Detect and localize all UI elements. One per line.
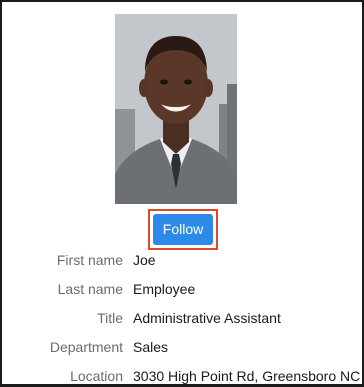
person-photo-icon (115, 14, 237, 204)
field-department: Department Sales (2, 336, 364, 358)
field-value: Joe (133, 252, 156, 268)
follow-button[interactable]: Follow (153, 214, 213, 245)
follow-button-highlight: Follow (148, 209, 218, 250)
field-label: Last name (57, 281, 123, 297)
field-value: Employee (133, 281, 196, 297)
field-label: Location (70, 368, 123, 384)
field-label: Title (97, 310, 123, 326)
field-label: Department (49, 339, 123, 355)
field-label: First name (56, 252, 123, 268)
field-title: Title Administrative Assistant (2, 307, 364, 329)
field-value: 3030 High Point Rd, Greensboro NC (133, 368, 361, 384)
field-first-name: First name Joe (2, 249, 364, 271)
field-value: Sales (133, 339, 169, 355)
field-location: Location 3030 High Point Rd, Greensboro … (2, 365, 364, 387)
profile-card: Follow First name Joe Last name Employee… (0, 0, 364, 387)
field-value: Administrative Assistant (133, 310, 281, 326)
field-last-name: Last name Employee (2, 278, 364, 300)
profile-photo (115, 14, 237, 204)
